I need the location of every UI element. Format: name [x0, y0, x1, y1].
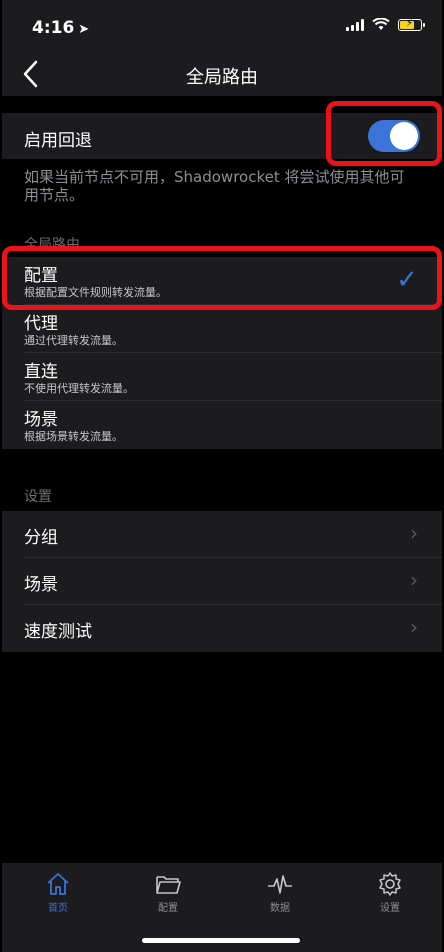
navigation-bar: 全局路由	[2, 52, 442, 96]
route-option-subtitle: 根据场景转发流量。	[24, 430, 123, 443]
page-title: 全局路由	[186, 67, 258, 88]
route-option-scene[interactable]: 场景 根据场景转发流量。	[2, 401, 442, 449]
route-option-direct[interactable]: 直连 不使用代理转发流量。	[2, 353, 442, 401]
config-highlight-box	[2, 246, 442, 310]
chevron-right-icon: ›	[410, 615, 418, 639]
tab-label: 数据	[270, 903, 290, 914]
status-bar: 4:16 ➤ ⚡	[2, 0, 442, 52]
settings-item-speed-test[interactable]: 速度测试 ›	[2, 605, 442, 652]
settings-item-label: 分组	[24, 528, 58, 548]
route-option-title: 代理	[24, 314, 58, 334]
home-icon	[47, 873, 69, 895]
tab-data[interactable]: 数据	[250, 871, 310, 914]
gear-icon	[379, 872, 401, 896]
chevron-right-icon: ›	[410, 568, 418, 592]
status-time: 4:16 ➤	[32, 18, 90, 38]
home-indicator[interactable]	[142, 938, 300, 943]
screen: 4:16 ➤ ⚡ 全局路由 启用回退 如果当前节点不可用，Shadowrocke…	[2, 0, 442, 952]
settings-section-header: 设置	[24, 489, 52, 505]
tab-label: 首页	[48, 903, 68, 914]
route-option-subtitle: 通过代理转发流量。	[24, 334, 123, 347]
route-option-subtitle: 不使用代理转发流量。	[24, 382, 134, 395]
route-option-proxy[interactable]: 代理 通过代理转发流量。	[2, 305, 442, 353]
settings-item-group[interactable]: 分组 ›	[2, 511, 442, 558]
fallback-label: 启用回退	[24, 131, 92, 151]
settings-item-label: 速度测试	[24, 622, 92, 642]
tab-label: 设置	[380, 903, 400, 914]
folder-icon	[156, 876, 181, 894]
settings-item-scene[interactable]: 场景 ›	[2, 558, 442, 605]
status-indicators: ⚡	[346, 18, 425, 31]
tab-config[interactable]: 配置	[138, 871, 198, 914]
route-option-title: 直连	[24, 362, 58, 382]
location-arrow-icon: ➤	[78, 22, 90, 37]
tab-settings[interactable]: 设置	[360, 871, 420, 914]
toggle-highlight-box	[326, 101, 442, 166]
chevron-right-icon: ›	[410, 521, 418, 545]
fallback-note: 如果当前节点不可用，Shadowrocket 将尝试使用其他可用节点。	[24, 168, 405, 204]
cellular-signal-icon	[346, 18, 364, 31]
waveform-icon	[268, 875, 292, 894]
settings-item-label: 场景	[24, 575, 58, 595]
wifi-icon	[372, 18, 390, 30]
route-option-title: 场景	[24, 410, 58, 430]
tab-label: 配置	[158, 903, 178, 914]
battery-icon: ⚡	[398, 18, 425, 31]
tab-home[interactable]: 首页	[28, 871, 88, 914]
